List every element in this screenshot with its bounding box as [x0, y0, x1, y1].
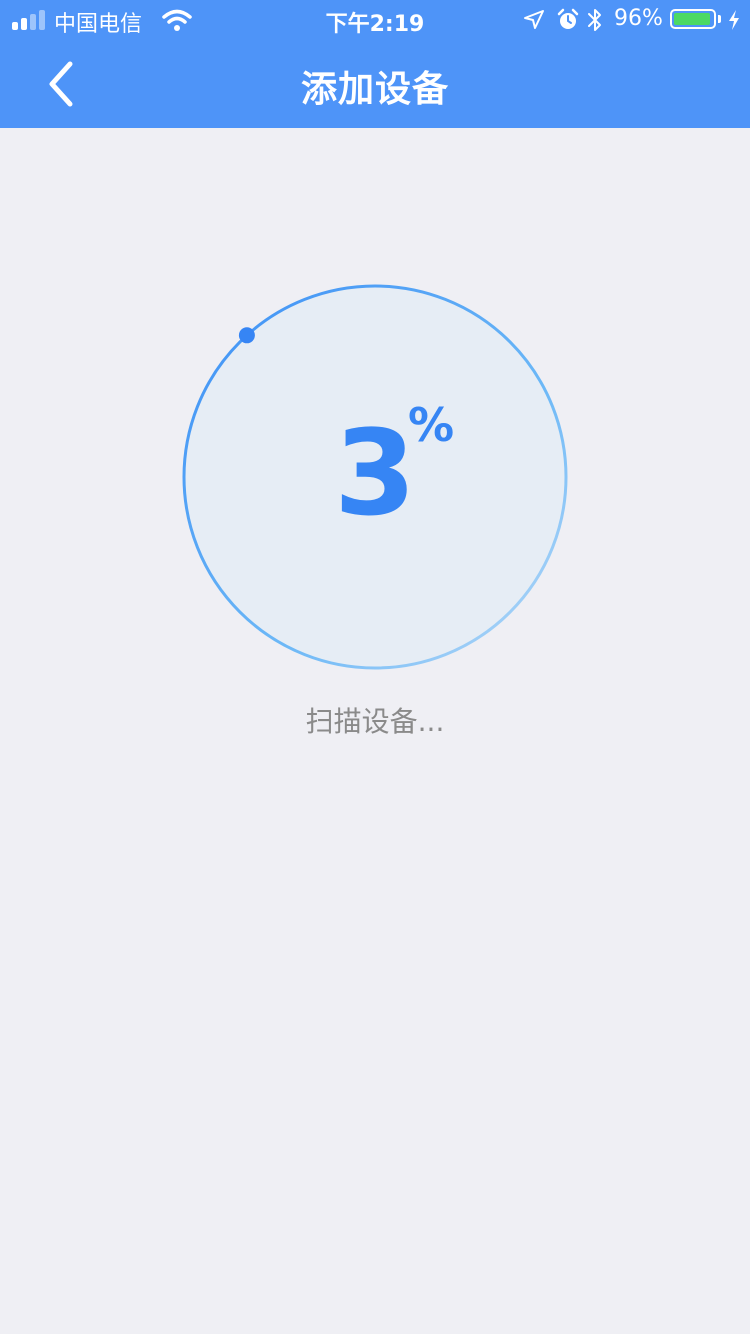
navigation-bar: 中国电信 下午2:19 96% 添加设备	[0, 0, 750, 128]
progress-indicator-dot	[238, 327, 255, 344]
charging-icon	[729, 10, 739, 30]
battery-icon	[670, 9, 716, 29]
scan-status-text: 扫描设备...	[305, 705, 445, 738]
progress-value: 3	[333, 404, 417, 542]
battery-nub	[718, 15, 721, 23]
location-icon	[524, 10, 544, 29]
progress-unit: %	[408, 398, 455, 452]
alarm-icon	[557, 8, 579, 29]
status-bar: 中国电信 下午2:19 96%	[0, 0, 750, 40]
battery-percent: 96%	[614, 6, 663, 31]
bluetooth-icon	[588, 9, 601, 31]
page-title: 添加设备	[300, 69, 449, 110]
battery-level	[674, 13, 711, 25]
